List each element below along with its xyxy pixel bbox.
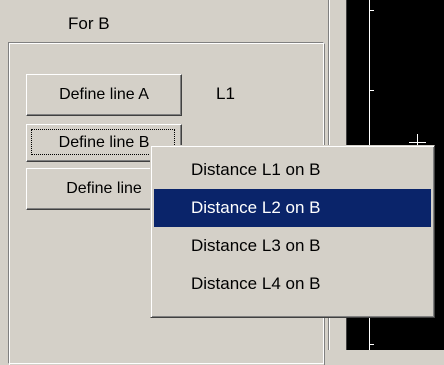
- ruler-tick: [370, 90, 374, 91]
- define-line-c-label: Define line: [66, 180, 142, 197]
- context-menu: Distance L1 on B Distance L2 on B Distan…: [150, 145, 435, 318]
- ruler-tick: [370, 10, 374, 11]
- define-line-a-button[interactable]: Define line A: [26, 74, 182, 116]
- section-title: For B: [68, 14, 110, 33]
- menu-item-distance-l3[interactable]: Distance L3 on B: [154, 227, 431, 265]
- ruler-tick: [370, 344, 374, 345]
- line-a-value: L1: [216, 84, 235, 103]
- menu-item-distance-l2[interactable]: Distance L2 on B: [154, 189, 431, 227]
- menu-item-distance-l1[interactable]: Distance L1 on B: [154, 151, 431, 189]
- menu-item-distance-l4[interactable]: Distance L4 on B: [154, 265, 431, 303]
- define-line-a-label: Define line A: [59, 86, 149, 103]
